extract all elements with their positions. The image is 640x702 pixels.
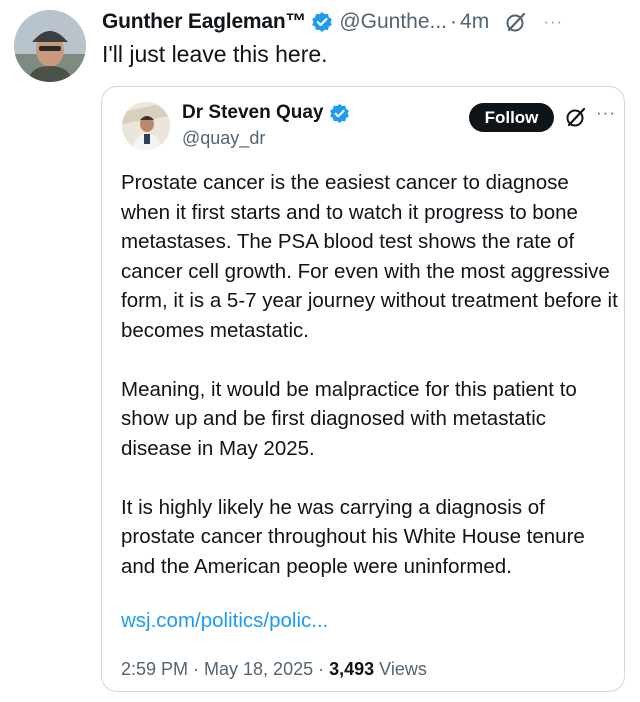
more-options-icon[interactable]: ··· xyxy=(596,103,616,123)
article-link[interactable]: wsj.com/politics/polic... xyxy=(121,609,328,633)
views-count: 3,493 xyxy=(329,659,375,679)
outer-tweet-text: I'll just leave this here. xyxy=(102,41,328,67)
more-options-icon[interactable]: ··· xyxy=(543,12,563,32)
grok-icon[interactable] xyxy=(505,11,527,33)
quoted-author-handle[interactable]: @quay_dr xyxy=(182,128,265,149)
separator-dot: · xyxy=(450,10,458,33)
grok-icon[interactable] xyxy=(565,106,587,128)
quoted-tweet-text: Prostate cancer is the easiest cancer to… xyxy=(121,168,621,581)
outer-tweet-header: Gunther Eagleman™ @Gunthe... · 4m ··· xyxy=(102,6,632,38)
outer-author-name[interactable]: Gunther Eagleman™ xyxy=(102,10,307,34)
outer-timestamp[interactable]: 4m xyxy=(460,10,489,34)
quoted-author-name[interactable]: Dr Steven Quay xyxy=(182,102,324,124)
views-label: Views xyxy=(374,659,427,679)
outer-author-handle[interactable]: @Gunthe... xyxy=(339,10,447,34)
quoted-tweet-meta: 2:59 PM · May 18, 2025 · 3,493 Views xyxy=(121,659,427,680)
verified-badge-icon xyxy=(329,103,350,124)
follow-button[interactable]: Follow xyxy=(469,103,554,132)
quoted-author-avatar[interactable] xyxy=(122,102,170,150)
outer-author-avatar[interactable] xyxy=(14,10,86,82)
screenshot: Gunther Eagleman™ @Gunthe... · 4m ··· I'… xyxy=(0,0,640,702)
quoted-author-row: Dr Steven Quay xyxy=(182,102,350,124)
quoted-timestamp[interactable]: 2:59 PM · May 18, 2025 · xyxy=(121,659,329,679)
quoted-tweet-card[interactable]: Dr Steven Quay @quay_dr Follow ··· Prost… xyxy=(101,86,625,692)
quoted-paragraph-2: Meaning, it would be malpractice for thi… xyxy=(121,377,577,460)
quoted-paragraph-3: It is highly likely he was carrying a di… xyxy=(121,495,585,578)
quoted-paragraph-1: Prostate cancer is the easiest cancer to… xyxy=(121,171,618,342)
verified-badge-icon xyxy=(311,11,333,33)
